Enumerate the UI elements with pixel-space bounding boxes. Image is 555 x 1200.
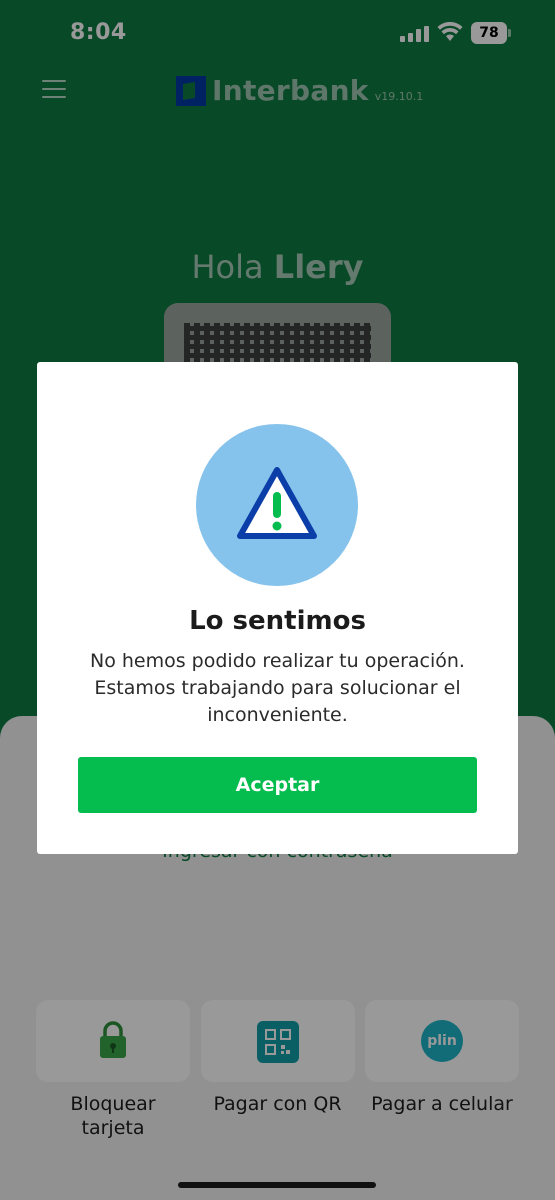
warning-icon: [237, 467, 317, 539]
accept-button[interactable]: Aceptar: [78, 757, 477, 813]
home-indicator[interactable]: [178, 1182, 376, 1188]
alert-circle: [196, 424, 358, 586]
dialog-message: No hemos podido realizar tu operación. E…: [90, 650, 465, 726]
error-dialog: Lo sentimos No hemos podido realizar tu …: [37, 362, 518, 854]
dialog-title: Lo sentimos: [189, 606, 366, 636]
